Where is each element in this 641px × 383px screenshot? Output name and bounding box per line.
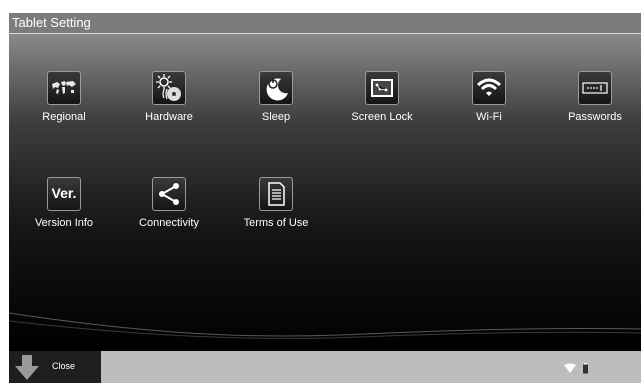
tile-terms-of-use[interactable]: Terms of Use	[236, 177, 316, 229]
share-icon	[152, 177, 186, 211]
background-wave	[9, 312, 641, 339]
tablet-screen: Tablet Setting Regional Hardware Sleep S…	[9, 13, 641, 383]
ver-icon-text: Ver.	[51, 185, 77, 201]
tile-wifi[interactable]: Wi-Fi	[449, 71, 529, 123]
title-bar: Tablet Setting	[9, 13, 641, 34]
hardware-sun-disc-icon	[152, 71, 186, 105]
close-button[interactable]: Close	[9, 351, 101, 383]
tile-screen-lock[interactable]: Screen Lock	[342, 71, 422, 123]
tile-label: Wi-Fi	[476, 111, 502, 123]
down-arrow-icon	[15, 355, 39, 380]
battery-icon	[583, 363, 588, 374]
tile-label: Screen Lock	[351, 111, 413, 123]
wifi-icon	[472, 71, 506, 105]
window-title: Tablet Setting	[12, 15, 91, 30]
wifi-icon	[564, 363, 576, 373]
tile-label: Version Info	[34, 217, 94, 229]
tile-hardware[interactable]: Hardware	[129, 71, 209, 123]
tile-label: Passwords	[568, 111, 622, 123]
version-ver-icon: Ver.	[47, 177, 81, 211]
tile-label: Terms of Use	[243, 217, 309, 229]
screen-lock-icon	[365, 71, 399, 105]
close-label: Close	[52, 361, 76, 371]
world-map-icon	[47, 71, 81, 105]
tile-regional[interactable]: Regional	[24, 71, 104, 123]
tile-sleep[interactable]: Sleep	[236, 71, 316, 123]
tile-label: Hardware	[145, 111, 193, 123]
status-icons	[564, 362, 600, 380]
sleep-power-moon-icon	[259, 71, 293, 105]
document-icon	[259, 177, 293, 211]
password-field-icon	[578, 71, 612, 105]
bottom-bar: Close	[9, 351, 641, 383]
tile-label: Connectivity	[139, 217, 199, 229]
tile-label: Regional	[42, 111, 86, 123]
tile-version-info[interactable]: Ver. Version Info	[24, 177, 104, 229]
tile-passwords[interactable]: Passwords	[555, 71, 635, 123]
tile-connectivity[interactable]: Connectivity	[129, 177, 209, 229]
tile-label: Sleep	[261, 111, 291, 123]
settings-panel: Regional Hardware Sleep Screen Lock Wi-F…	[9, 34, 641, 351]
